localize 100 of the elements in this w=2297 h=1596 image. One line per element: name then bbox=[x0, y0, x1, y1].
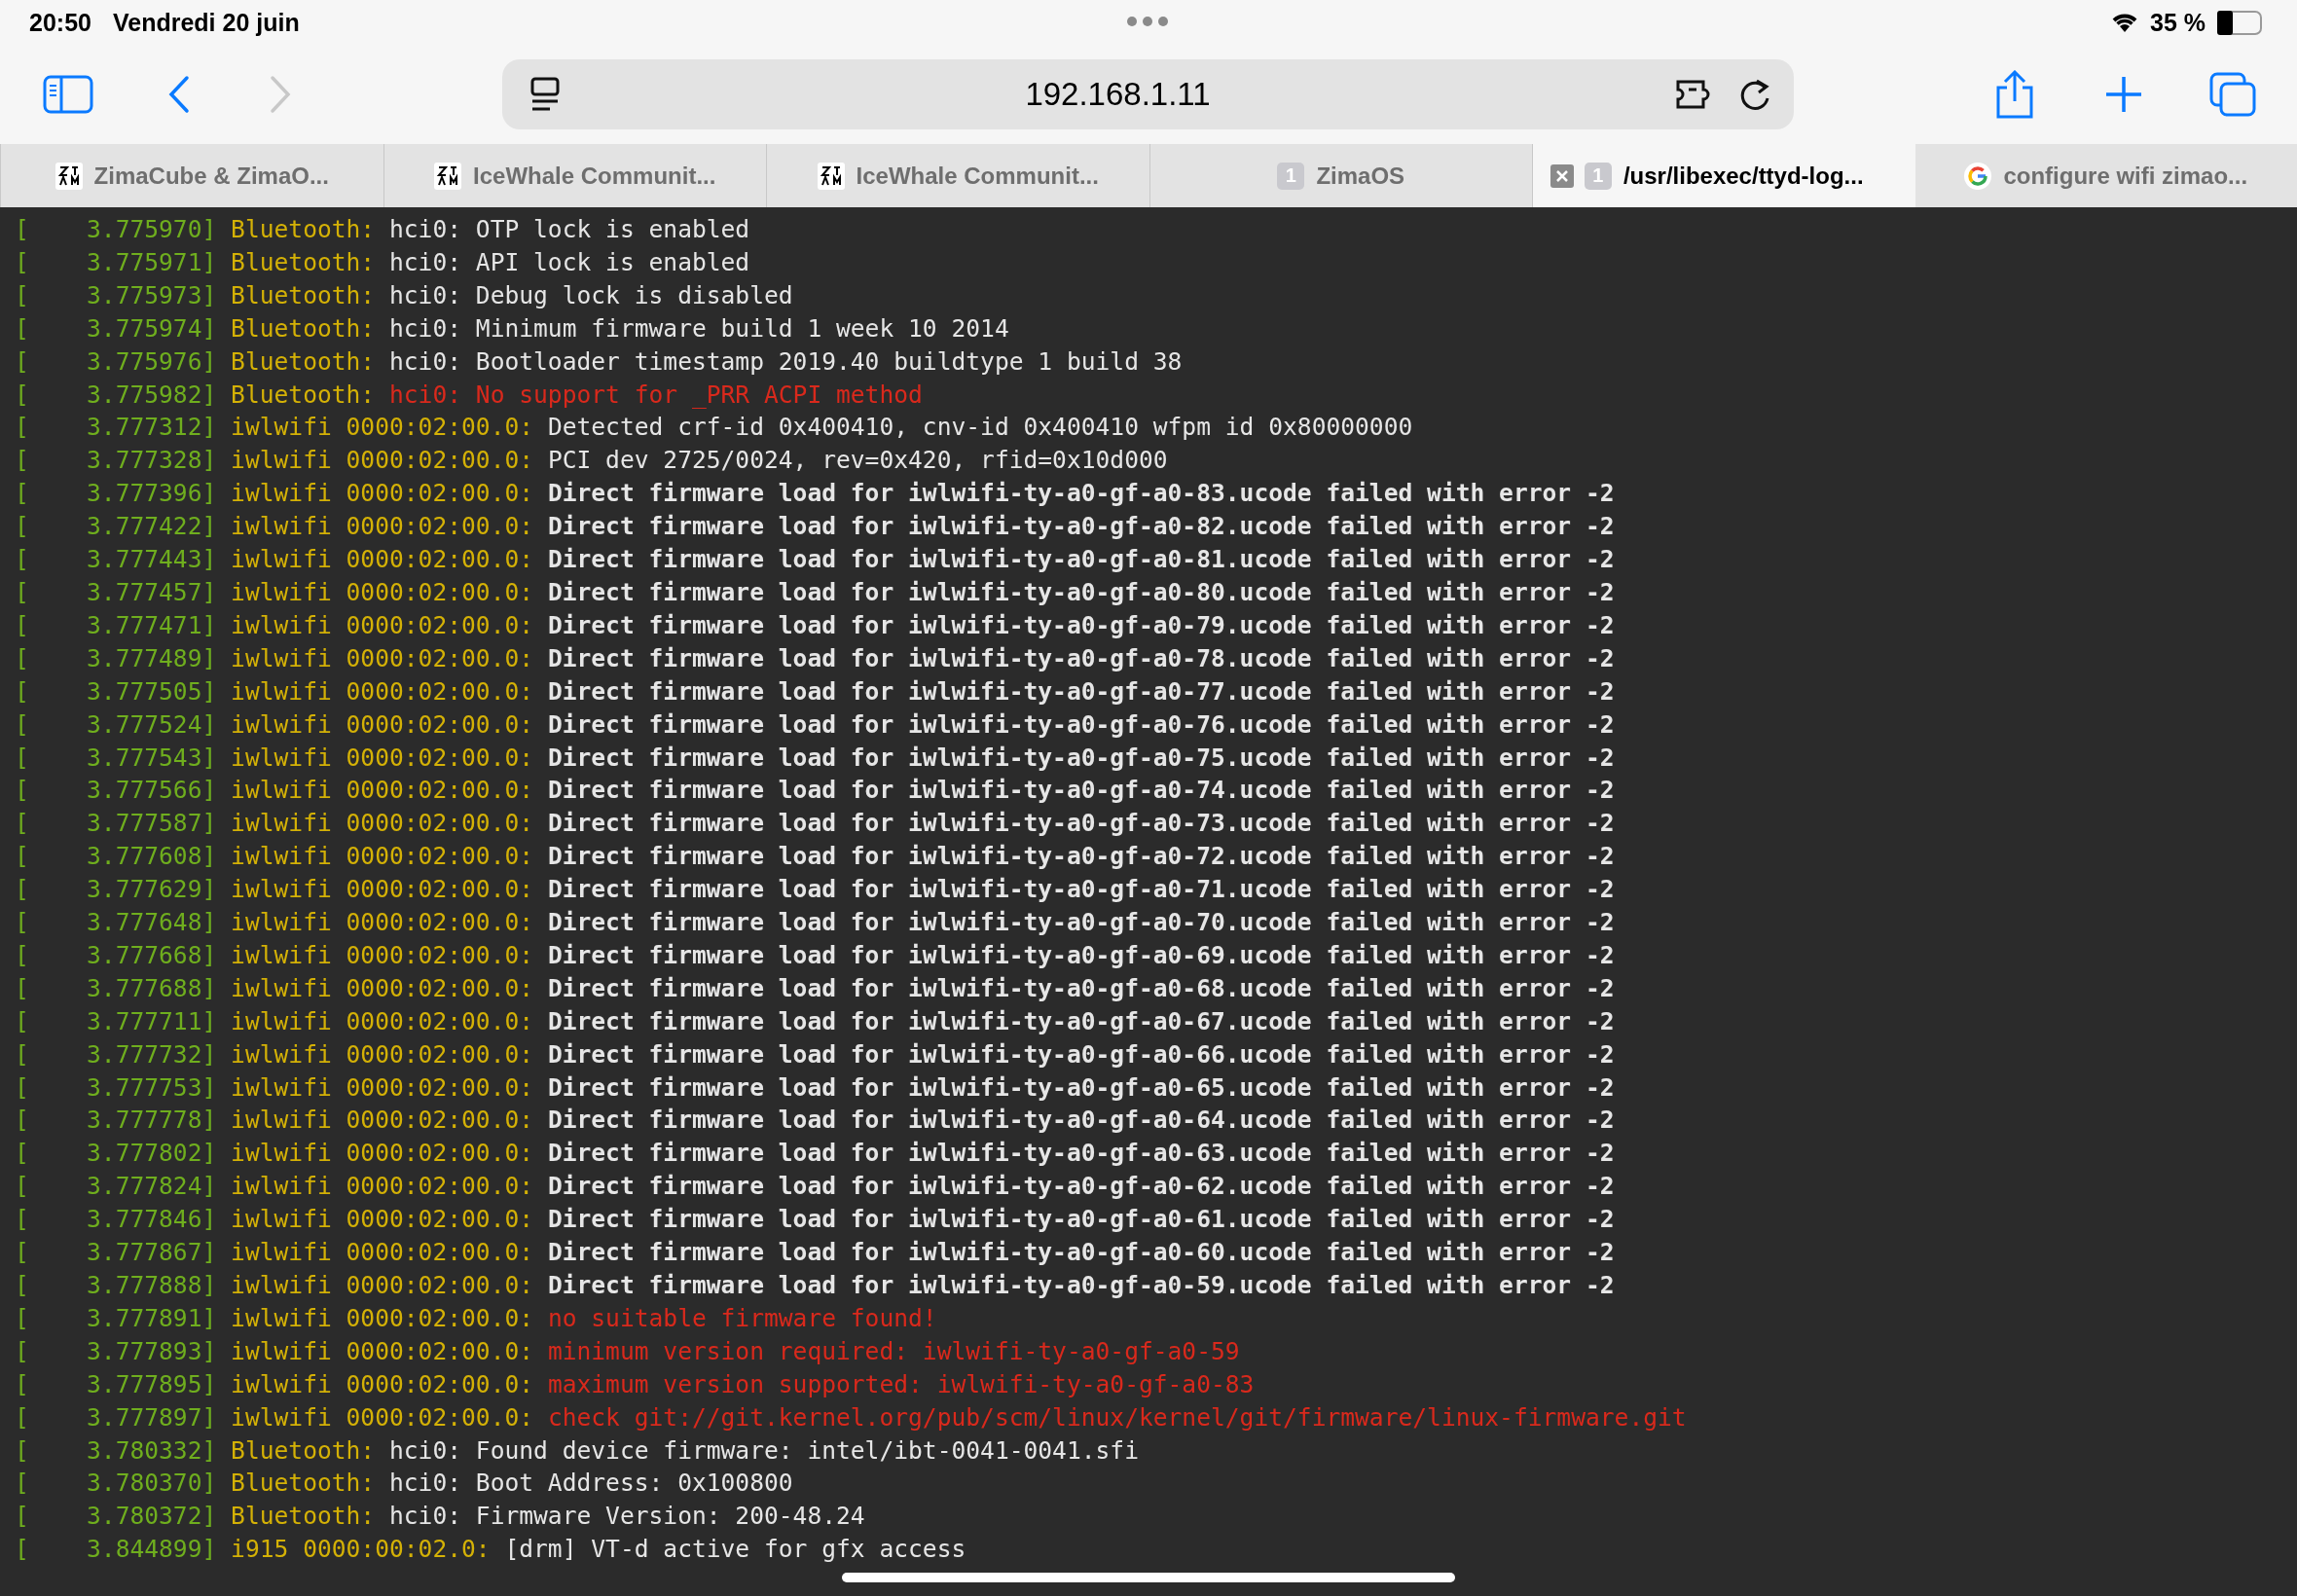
log-timestamp: [ 3.777505] bbox=[15, 676, 217, 706]
log-timestamp: [ 3.777668] bbox=[15, 940, 217, 969]
log-source: iwlwifi 0000:02:00.0: bbox=[231, 577, 534, 606]
log-message: hci0: OTP lock is enabled bbox=[389, 215, 750, 243]
url-text: 192.168.1.11 bbox=[1024, 76, 1212, 113]
log-source: iwlwifi 0000:02:00.0: bbox=[231, 1303, 534, 1332]
log-source: iwlwifi 0000:02:00.0: bbox=[231, 908, 534, 937]
log-message: maximum version supported: iwlwifi-ty-a0-gf-a0-83 bbox=[547, 1369, 1255, 1398]
log-source: iwlwifi 0000:02:00.0: bbox=[231, 1006, 534, 1035]
browser-tab[interactable]: configure wifi zimao... bbox=[1914, 144, 2297, 207]
log-timestamp: [ 3.777489] bbox=[15, 643, 217, 672]
log-source: iwlwifi 0000:02:00.0: bbox=[231, 1336, 534, 1365]
log-timestamp: [ 3.777543] bbox=[15, 743, 217, 772]
log-timestamp: [ 3.780372] bbox=[15, 1502, 217, 1531]
battery-percent: 35 % bbox=[2150, 8, 2206, 37]
log-source: Bluetooth: bbox=[231, 346, 376, 376]
plus-icon[interactable] bbox=[2104, 75, 2143, 114]
log-message: Direct firmware load for iwlwifi-ty-a0-gf-a0-72.ucode failed with error -2 bbox=[547, 842, 1615, 871]
more-icon[interactable] bbox=[1126, 16, 1169, 27]
log-source: iwlwifi 0000:02:00.0: bbox=[231, 776, 534, 805]
close-icon[interactable] bbox=[1550, 164, 1574, 188]
log-source: Bluetooth: bbox=[231, 313, 376, 343]
log-message: hci0: Debug lock is disabled bbox=[389, 280, 793, 309]
log-timestamp: [ 3.777629] bbox=[15, 875, 217, 904]
log-message: Direct firmware load for iwlwifi-ty-a0-gf-a0-71.ucode failed with error -2 bbox=[547, 875, 1615, 904]
site-logo-icon bbox=[434, 162, 462, 190]
log-message: Direct firmware load for iwlwifi-ty-a0-gf-a0-70.ucode failed with error -2 bbox=[547, 908, 1615, 937]
log-message: Direct firmware load for iwlwifi-ty-a0-gf-a0-82.ucode failed with error -2 bbox=[547, 512, 1615, 541]
log-message: minimum version required: iwlwifi-ty-a0-gf-a0-59 bbox=[547, 1336, 1240, 1365]
log-source: iwlwifi 0000:02:00.0: bbox=[231, 512, 534, 541]
log-source: iwlwifi 0000:02:00.0: bbox=[231, 1369, 534, 1398]
log-source: Bluetooth: bbox=[231, 215, 376, 243]
log-message: hci0: Boot Address: 0x100800 bbox=[389, 1469, 793, 1498]
log-source: iwlwifi 0000:02:00.0: bbox=[231, 973, 534, 1002]
sidebar-icon[interactable] bbox=[43, 75, 93, 114]
log-source: Bluetooth: bbox=[231, 247, 376, 276]
log-source: iwlwifi 0000:02:00.0: bbox=[231, 1271, 534, 1299]
battery-icon bbox=[2217, 10, 2262, 35]
log-timestamp: [ 3.775982] bbox=[15, 380, 217, 409]
log-source: iwlwifi 0000:02:00.0: bbox=[231, 1072, 534, 1102]
log-timestamp: [ 3.780370] bbox=[15, 1469, 217, 1498]
log-timestamp: [ 3.777471] bbox=[15, 610, 217, 639]
log-source: Bluetooth: bbox=[231, 380, 376, 409]
log-message: check git://git.kernel.org/pub/scm/linux/kernel/git/firmware/linux-firmware.git bbox=[547, 1402, 1687, 1432]
log-message: Direct firmware load for iwlwifi-ty-a0-gf-a0-67.ucode failed with error -2 bbox=[547, 1006, 1615, 1035]
log-source: iwlwifi 0000:02:00.0: bbox=[231, 1139, 534, 1168]
log-message: hci0: Minimum firmware build 1 week 10 2014 bbox=[389, 313, 1009, 343]
reader-icon[interactable] bbox=[529, 77, 561, 112]
log-source: iwlwifi 0000:02:00.0: bbox=[231, 1039, 534, 1069]
log-timestamp: [ 3.777802] bbox=[15, 1139, 217, 1168]
log-timestamp: [ 3.777312] bbox=[15, 413, 217, 442]
log-timestamp: [ 3.777711] bbox=[15, 1006, 217, 1035]
log-source: iwlwifi 0000:02:00.0: bbox=[231, 643, 534, 672]
log-source: iwlwifi 0000:02:00.0: bbox=[231, 875, 534, 904]
log-source: iwlwifi 0000:02:00.0: bbox=[231, 842, 534, 871]
log-message: Direct firmware load for iwlwifi-ty-a0-gf-a0-68.ucode failed with error -2 bbox=[547, 973, 1615, 1002]
log-timestamp: [ 3.777778] bbox=[15, 1106, 217, 1135]
log-timestamp: [ 3.777895] bbox=[15, 1369, 217, 1398]
address-bar[interactable]: 192.168.1.11 bbox=[502, 59, 1794, 129]
log-message: hci0: Bootloader timestamp 2019.40 buildtype 1 build 38 bbox=[389, 346, 1183, 376]
log-message: Direct firmware load for iwlwifi-ty-a0-gf-a0-76.ucode failed with error -2 bbox=[547, 709, 1615, 739]
back-icon[interactable] bbox=[167, 75, 191, 114]
log-timestamp: [ 3.777648] bbox=[15, 908, 217, 937]
log-timestamp: [ 3.777396] bbox=[15, 479, 217, 508]
log-source: Bluetooth: bbox=[231, 280, 376, 309]
log-message: Direct firmware load for iwlwifi-ty-a0-gf-a0-78.ucode failed with error -2 bbox=[547, 643, 1615, 672]
log-source: iwlwifi 0000:02:00.0: bbox=[231, 1205, 534, 1234]
log-message: Direct firmware load for iwlwifi-ty-a0-gf-a0-65.ucode failed with error -2 bbox=[547, 1072, 1615, 1102]
log-timestamp: [ 3.777608] bbox=[15, 842, 217, 871]
log-source: iwlwifi 0000:02:00.0: bbox=[231, 1402, 534, 1432]
log-source: Bluetooth: bbox=[231, 1435, 376, 1465]
log-timestamp: [ 3.777846] bbox=[15, 1205, 217, 1234]
log-message: Direct firmware load for iwlwifi-ty-a0-gf-a0-69.ucode failed with error -2 bbox=[547, 940, 1615, 969]
log-timestamp: [ 3.777457] bbox=[15, 577, 217, 606]
log-timestamp: [ 3.775973] bbox=[15, 280, 217, 309]
log-timestamp: [ 3.777888] bbox=[15, 1271, 217, 1299]
clock-time: 20:50 bbox=[29, 8, 91, 37]
log-timestamp: [ 3.777867] bbox=[15, 1238, 217, 1267]
log-message: Direct firmware load for iwlwifi-ty-a0-gf-a0-77.ucode failed with error -2 bbox=[547, 676, 1615, 706]
log-timestamp: [ 3.775970] bbox=[15, 215, 217, 243]
log-message: Direct firmware load for iwlwifi-ty-a0-gf-a0-59.ucode failed with error -2 bbox=[547, 1271, 1615, 1299]
log-source: iwlwifi 0000:02:00.0: bbox=[231, 446, 534, 475]
log-timestamp: [ 3.777524] bbox=[15, 709, 217, 739]
log-message: Direct firmware load for iwlwifi-ty-a0-gf-a0-74.ucode failed with error -2 bbox=[547, 776, 1615, 805]
log-message: hci0: API lock is enabled bbox=[389, 247, 750, 276]
log-source: iwlwifi 0000:02:00.0: bbox=[231, 809, 534, 838]
log-source: iwlwifi 0000:02:00.0: bbox=[231, 676, 534, 706]
log-timestamp: [ 3.777893] bbox=[15, 1336, 217, 1365]
log-message: Direct firmware load for iwlwifi-ty-a0-gf-a0-64.ucode failed with error -2 bbox=[547, 1106, 1615, 1135]
log-message: hci0: Found device firmware: intel/ibt-0041-0041.sfi bbox=[389, 1435, 1139, 1465]
log-timestamp: [ 3.844899] bbox=[15, 1535, 217, 1564]
log-message: Direct firmware load for iwlwifi-ty-a0-gf-a0-62.ucode failed with error -2 bbox=[547, 1172, 1615, 1201]
tabs-overview-icon[interactable] bbox=[2209, 72, 2256, 117]
log-message: Direct firmware load for iwlwifi-ty-a0-gf-a0-83.ucode failed with error -2 bbox=[547, 479, 1615, 508]
log-timestamp: [ 3.777897] bbox=[15, 1402, 217, 1432]
log-message: PCI dev 2725/0024, rev=0x420, rfid=0x10d000 bbox=[547, 446, 1168, 475]
log-source: iwlwifi 0000:02:00.0: bbox=[231, 1172, 534, 1201]
log-message: Direct firmware load for iwlwifi-ty-a0-gf-a0-81.ucode failed with error -2 bbox=[547, 545, 1615, 574]
wifi-icon bbox=[2111, 12, 2138, 33]
log-source: iwlwifi 0000:02:00.0: bbox=[231, 545, 534, 574]
